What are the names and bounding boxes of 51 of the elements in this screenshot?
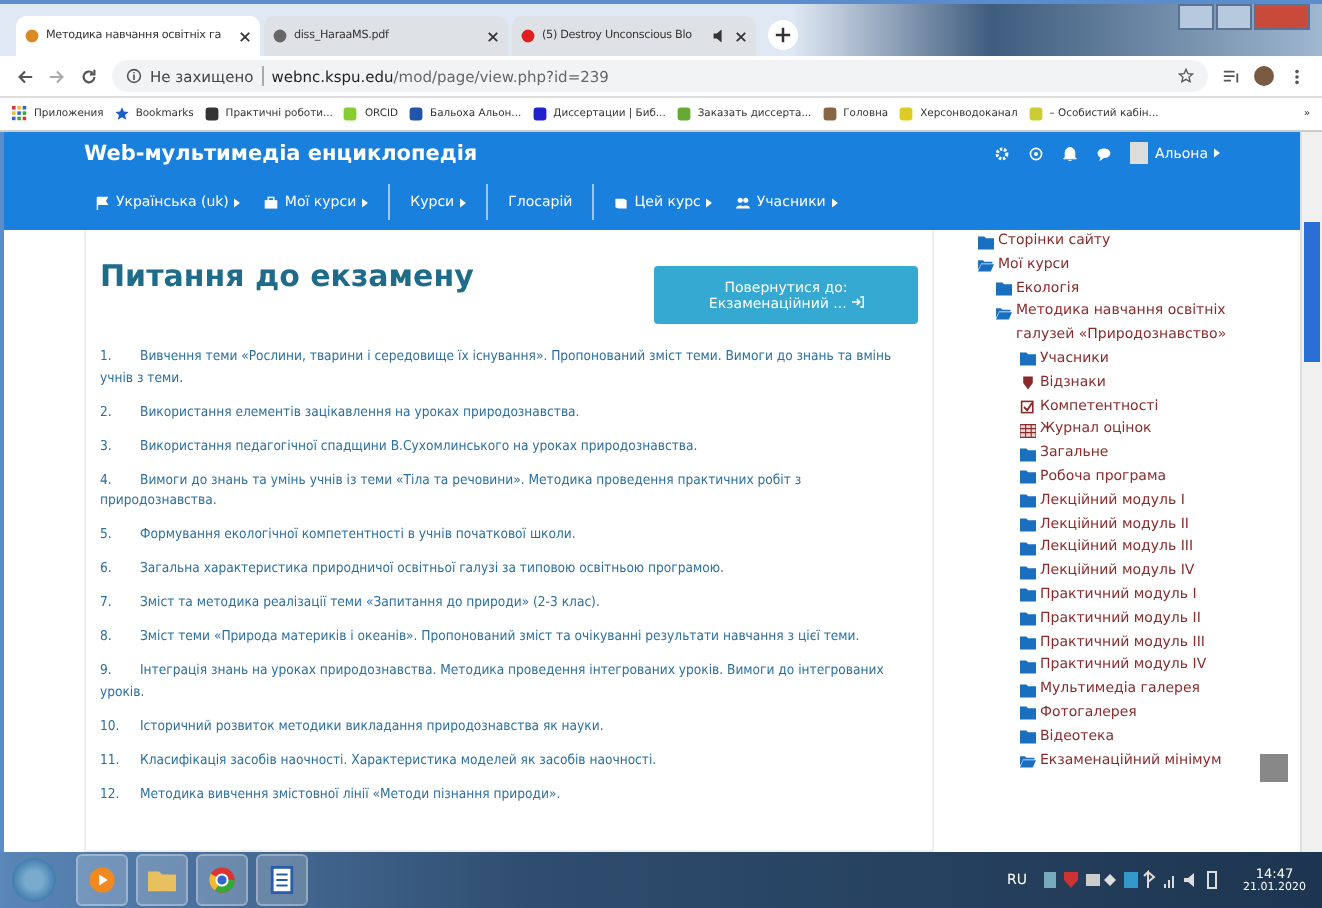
table-icon — [1020, 423, 1036, 438]
page-heading: Питання до екзамену — [100, 258, 474, 294]
caret-icon — [362, 197, 369, 208]
bell-icon[interactable] — [1062, 145, 1079, 162]
bookmark-icon — [408, 106, 425, 122]
target-icon[interactable] — [1028, 145, 1045, 162]
flag-icon — [96, 195, 110, 210]
caret-icon — [234, 197, 241, 208]
caret-icon — [831, 197, 838, 208]
caret-icon — [1214, 148, 1220, 159]
site-title[interactable]: Web-мультимедіа енциклопедія — [84, 141, 478, 166]
bookmark-icon — [898, 106, 915, 122]
close-icon[interactable] — [734, 29, 748, 43]
shield-icon — [1020, 376, 1036, 391]
apps-grid-icon — [12, 106, 28, 122]
user-avatar[interactable] — [1130, 142, 1149, 165]
browser-icon[interactable] — [196, 854, 248, 906]
bookmark-icon — [203, 106, 220, 122]
system-tray-icons[interactable] — [1043, 870, 1223, 890]
briefcase-icon — [264, 195, 279, 210]
star-icon — [113, 106, 130, 122]
close-icon[interactable] — [486, 29, 500, 43]
speaker-icon[interactable] — [712, 28, 728, 44]
window-controls[interactable] — [1178, 4, 1310, 28]
page-icon — [24, 28, 40, 44]
bookmark-icon — [531, 106, 548, 122]
chat-bubble-icon[interactable] — [1096, 145, 1113, 162]
page-icon — [272, 28, 288, 44]
people-icon — [736, 195, 751, 210]
caret-icon — [460, 197, 467, 208]
start-button[interactable] — [12, 858, 56, 902]
bookmark-icon — [821, 106, 838, 122]
sign-in-icon — [851, 295, 864, 307]
star-icon[interactable] — [1178, 68, 1194, 84]
checkbox-icon — [1020, 400, 1036, 415]
new-tab-button[interactable] — [768, 20, 798, 50]
profile-avatar[interactable] — [1254, 66, 1274, 86]
caret-icon — [706, 197, 713, 208]
bookmark-icon — [1027, 106, 1044, 122]
playlist-icon[interactable] — [1222, 67, 1240, 85]
document-icon[interactable] — [256, 854, 308, 906]
page-icon — [520, 28, 536, 44]
scrollbar-thumb[interactable] — [1304, 222, 1320, 362]
reload-icon[interactable] — [80, 67, 98, 85]
close-icon[interactable] — [238, 29, 252, 43]
back-arrow-icon[interactable] — [16, 67, 34, 85]
plus-icon — [774, 26, 792, 44]
info-icon — [126, 68, 142, 84]
bookmark-icon — [675, 106, 692, 122]
bookmark-icon — [342, 106, 359, 122]
gear-icon[interactable] — [994, 145, 1011, 162]
